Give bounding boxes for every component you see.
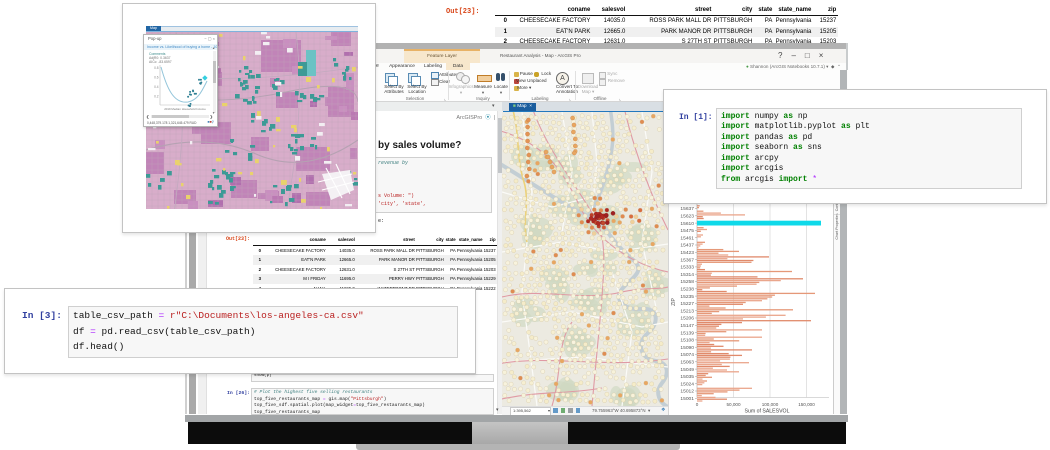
svg-text:15437: 15437 (680, 243, 694, 249)
svg-text:15258: 15258 (680, 279, 694, 285)
svg-text:15147: 15147 (680, 323, 694, 329)
svg-text:Sum of SALESVOL: Sum of SALESVOL (745, 409, 790, 415)
svg-text:15461: 15461 (680, 235, 694, 241)
svg-text:15049: 15049 (680, 367, 694, 373)
svg-text:15227: 15227 (680, 301, 694, 307)
svg-text:Chart Properties: Chart Properties (835, 213, 839, 239)
svg-text:ZIP: ZIP (671, 297, 677, 305)
svg-text:0: 0 (696, 402, 699, 407)
svg-text:0.4: 0.4 (154, 85, 159, 89)
svg-text:15213: 15213 (680, 308, 694, 314)
svg-text:15610: 15610 (680, 221, 694, 227)
svg-text:15623: 15623 (680, 214, 694, 220)
svg-text:15012: 15012 (680, 389, 694, 395)
svg-text:0.6: 0.6 (154, 76, 159, 80)
svg-text:15035: 15035 (680, 374, 694, 380)
svg-text:15367: 15367 (680, 257, 694, 263)
svg-text:150,000: 150,000 (798, 402, 815, 407)
svg-text:100,000: 100,000 (762, 402, 779, 407)
svg-text:50,000: 50,000 (726, 402, 740, 407)
svg-text:15024: 15024 (680, 381, 694, 387)
svg-text:15206: 15206 (680, 316, 694, 322)
svg-text:15333: 15333 (680, 265, 694, 271)
svg-text:15108: 15108 (680, 338, 694, 344)
svg-text:15314: 15314 (680, 272, 694, 278)
svg-text:15235: 15235 (680, 294, 694, 300)
svg-text:15475: 15475 (680, 228, 694, 234)
svg-text:0.2: 0.2 (154, 95, 159, 99)
svg-text:0.8: 0.8 (154, 66, 159, 70)
svg-text:15637: 15637 (680, 206, 694, 212)
svg-text:15074: 15074 (680, 352, 694, 358)
svg-text:15238: 15238 (680, 287, 694, 293)
svg-text:15090: 15090 (680, 345, 694, 351)
svg-text:15423: 15423 (680, 250, 694, 256)
svg-text:15001: 15001 (680, 396, 694, 402)
svg-text:15063: 15063 (680, 360, 694, 366)
svg-text:2019 Median Household Income: 2019 Median Household Income (164, 107, 206, 111)
svg-text:15139: 15139 (680, 330, 694, 336)
